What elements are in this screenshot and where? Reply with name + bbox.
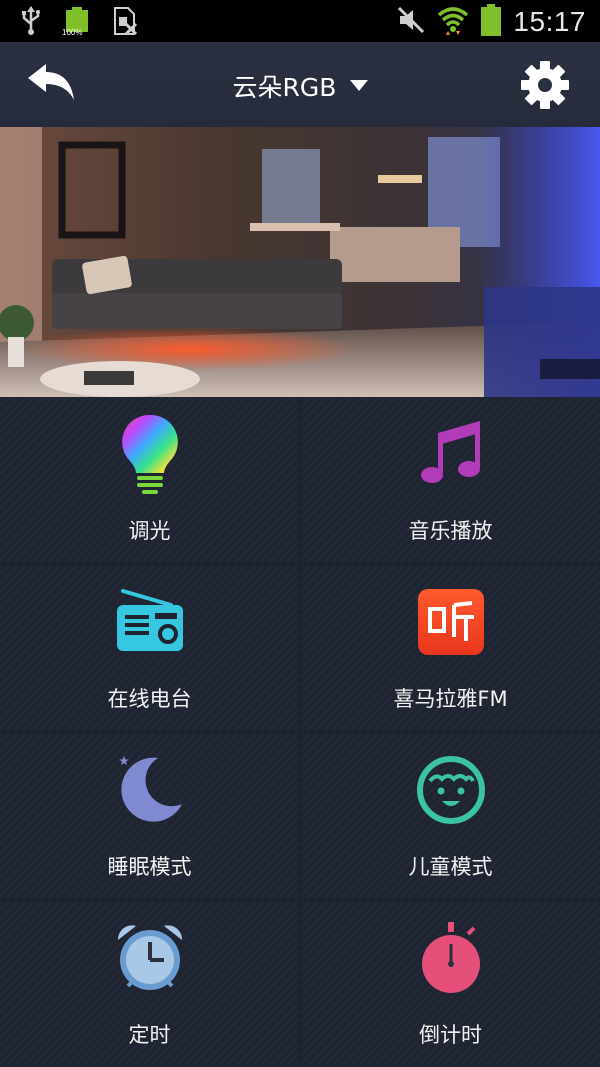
- alarm-clock-icon: [0, 917, 299, 999]
- page-title: 云朵RGB: [232, 73, 337, 102]
- tile-dimming[interactable]: 调光: [0, 397, 299, 563]
- tile-timer[interactable]: 定时: [0, 901, 299, 1067]
- tile-countdown[interactable]: 倒计时: [301, 901, 600, 1067]
- living-room-banner-image: [0, 127, 600, 397]
- tile-ximalaya-fm[interactable]: 喜马拉雅FM: [301, 565, 600, 731]
- device-selector[interactable]: 云朵RGB: [0, 68, 600, 104]
- usb-icon: [20, 6, 42, 40]
- app-header: 云朵RGB: [0, 42, 600, 127]
- mute-icon: [397, 6, 425, 38]
- battery-percent-label: 100%: [62, 28, 83, 37]
- tile-online-radio[interactable]: 在线电台: [0, 565, 299, 731]
- stopwatch-icon: [301, 917, 600, 999]
- feature-grid: 调光 音乐播放 在线电台 喜马拉雅FM 睡眠模式 儿童模式 定时 倒计时: [0, 397, 600, 1067]
- tile-label: 睡眠模式: [107, 855, 192, 879]
- tile-music-play[interactable]: 音乐播放: [301, 397, 600, 563]
- child-face-icon: [301, 749, 600, 831]
- tile-label: 儿童模式: [408, 855, 493, 879]
- tile-label: 倒计时: [419, 1023, 482, 1047]
- tile-sleep-mode[interactable]: 睡眠模式: [0, 733, 299, 899]
- clock: 15:17: [513, 6, 586, 37]
- tile-label: 调光: [128, 519, 171, 543]
- wifi-icon: [437, 5, 469, 39]
- tile-label: 在线电台: [107, 687, 192, 711]
- ximalaya-logo-icon: [301, 581, 600, 663]
- status-bar: 100% 15:17: [0, 0, 600, 42]
- music-note-icon: [301, 413, 600, 495]
- tile-label: 定时: [128, 1023, 171, 1047]
- gear-icon: [520, 61, 570, 114]
- rainbow-bulb-icon: [0, 413, 299, 495]
- settings-button[interactable]: [520, 60, 570, 110]
- dropdown-triangle-icon: [349, 77, 368, 96]
- moon-star-icon: [0, 749, 299, 831]
- tile-label: 喜马拉雅FM: [393, 687, 508, 711]
- radio-icon: [0, 581, 299, 663]
- tile-label: 音乐播放: [408, 519, 493, 543]
- battery-icon: [481, 4, 502, 40]
- tile-child-mode[interactable]: 儿童模式: [301, 733, 600, 899]
- sim-card-off-icon: [112, 6, 138, 40]
- battery-full-small-icon: 100%: [62, 7, 90, 39]
